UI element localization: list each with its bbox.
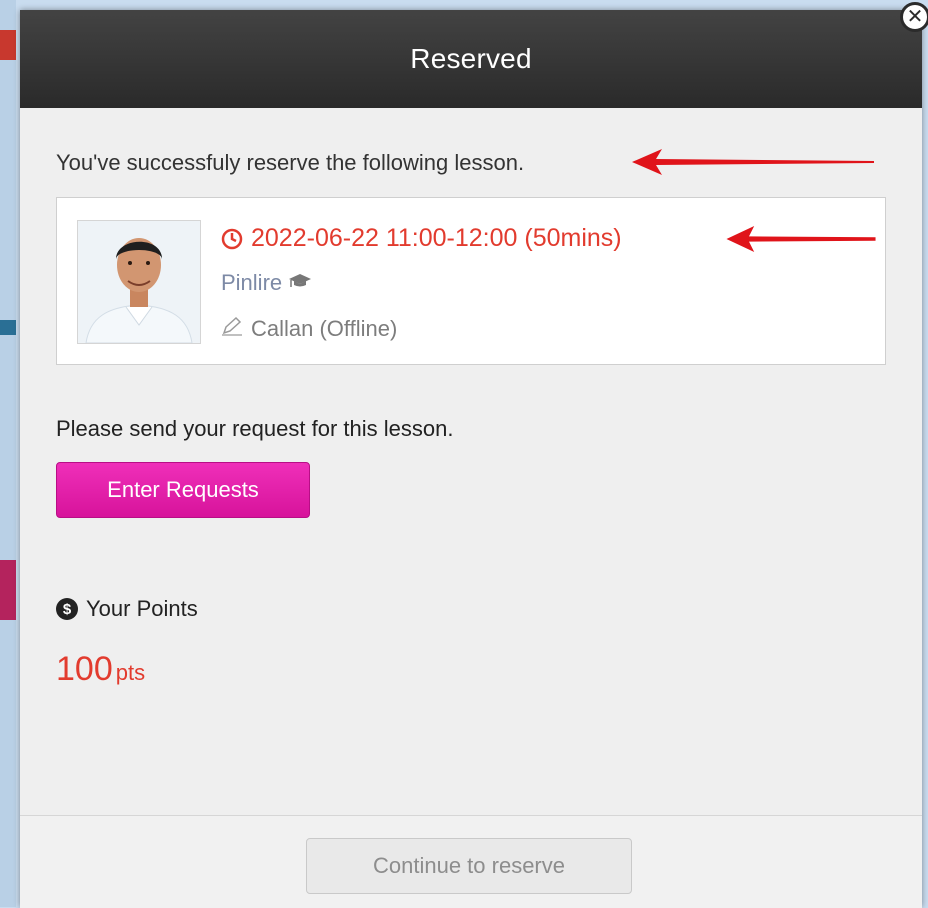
points-label-text: Your Points [86, 596, 198, 621]
pencil-icon [221, 316, 243, 342]
clock-icon [221, 228, 243, 250]
annotation-arrow-time [726, 226, 876, 252]
points-unit: pts [115, 660, 146, 685]
continue-to-reserve-button[interactable]: Continue to reserve [306, 838, 632, 894]
background-page-strip [0, 0, 20, 907]
modal-header: Reserved [20, 10, 922, 108]
teacher-name-text[interactable]: Pinlire [221, 270, 282, 296]
reservation-modal: Reserved You've successfuly reserve the … [20, 10, 922, 908]
lesson-card: 2022-06-22 11:00-12:00 (50mins) Pinlire … [56, 197, 886, 365]
points-value: 100 pts [56, 650, 145, 689]
graduation-cap-icon [288, 270, 312, 296]
dollar-icon: $ [56, 598, 78, 620]
annotation-arrow-message [632, 149, 874, 175]
course-text: Callan (Offline) [251, 316, 398, 341]
enter-requests-button[interactable]: Enter Requests [56, 462, 310, 518]
request-prompt: Please send your request for this lesson… [56, 416, 454, 441]
modal-footer: Continue to reserve [20, 815, 922, 908]
close-icon[interactable]: ✕ [900, 2, 928, 32]
teacher-name[interactable]: Pinlire [221, 270, 312, 296]
lesson-time-text: 2022-06-22 11:00-12:00 (50mins) [251, 224, 622, 252]
teacher-avatar [77, 220, 201, 344]
course-info: Callan (Offline) [221, 316, 397, 342]
success-message: You've successfuly reserve the following… [56, 150, 525, 175]
lesson-time: 2022-06-22 11:00-12:00 (50mins) [221, 224, 622, 253]
points-number: 100 [56, 650, 113, 688]
points-label: $ Your Points [56, 596, 198, 622]
modal-title: Reserved [410, 43, 532, 74]
